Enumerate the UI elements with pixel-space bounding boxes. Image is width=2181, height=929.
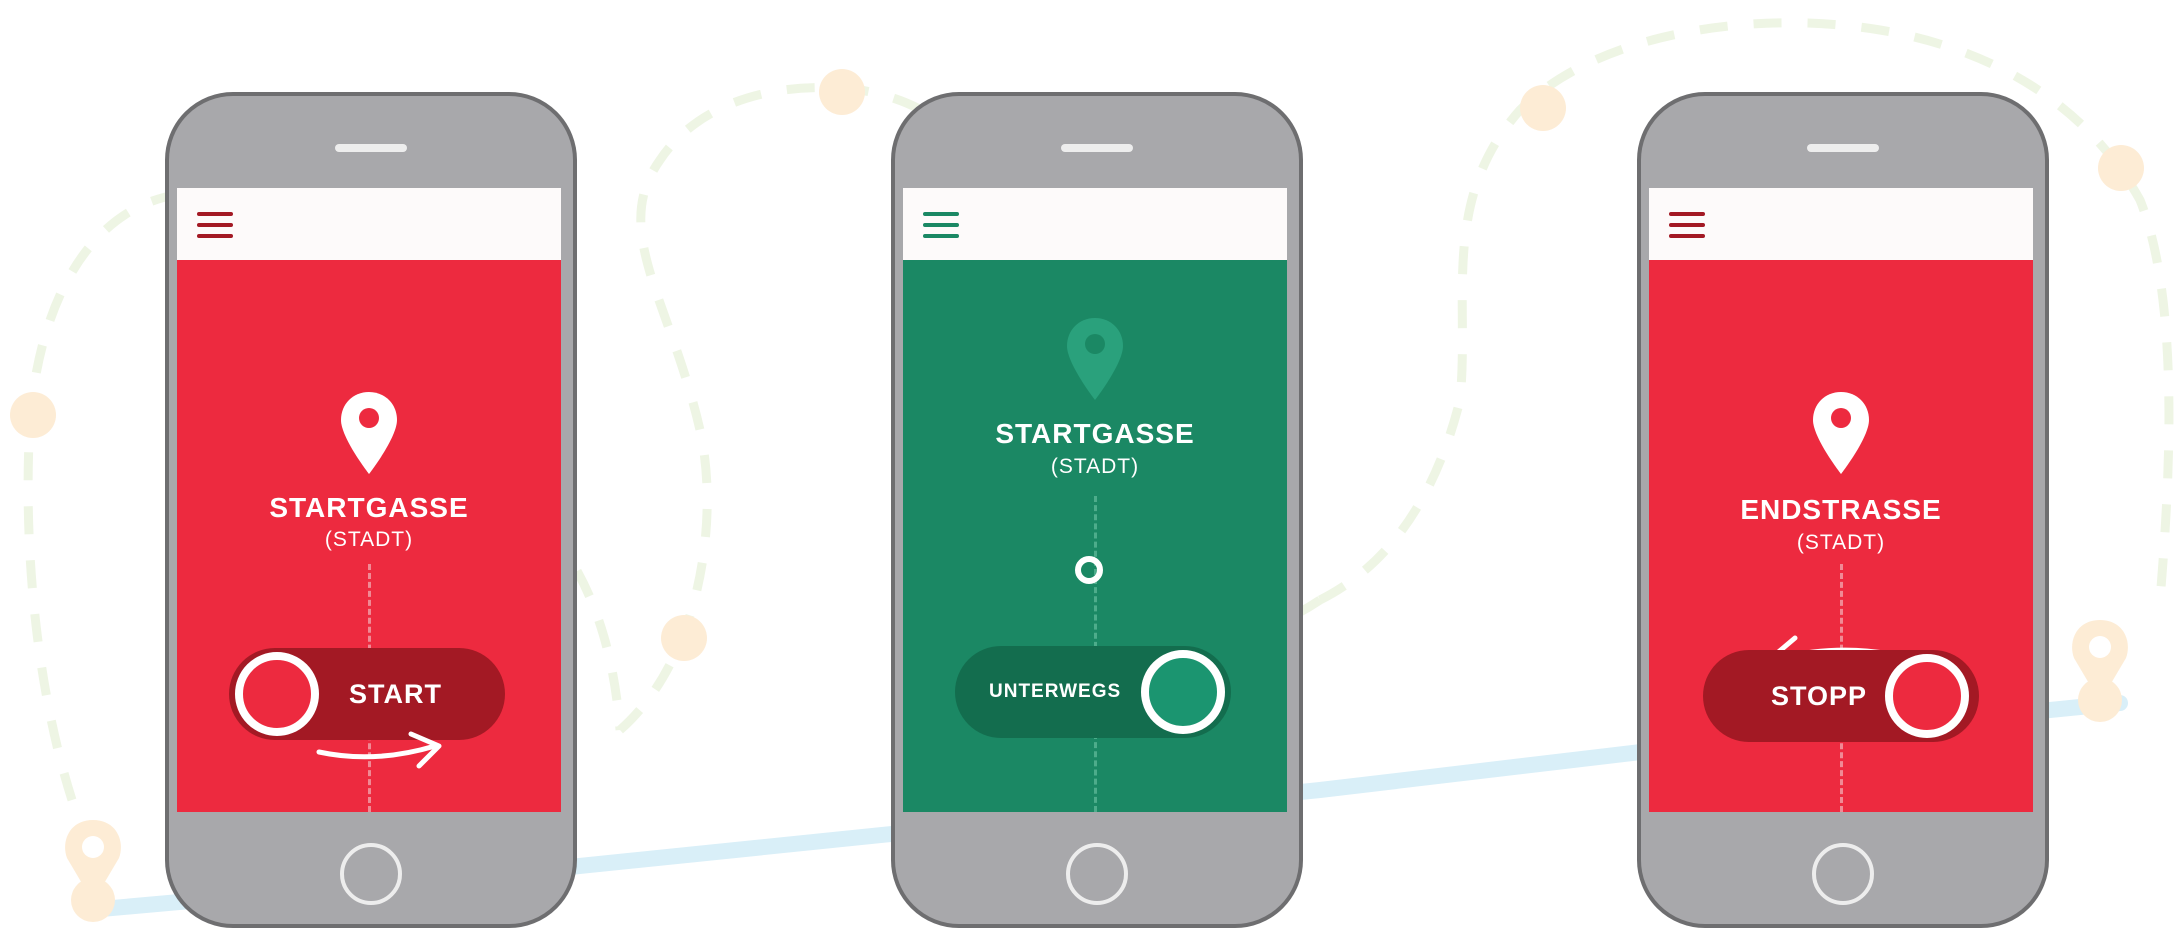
menu-icon[interactable] bbox=[923, 212, 959, 240]
start-slider[interactable]: START bbox=[229, 648, 505, 740]
content-area: ENDSTRASSE (STADT) STOPP bbox=[1649, 260, 2033, 812]
underway-label: UNTERWEGS bbox=[989, 681, 1122, 702]
app-bar bbox=[1649, 188, 2033, 260]
peach-dot bbox=[661, 615, 707, 661]
peach-dot bbox=[1520, 85, 1566, 131]
start-label: START bbox=[349, 679, 442, 709]
place-name: STARTGASSE bbox=[269, 492, 469, 523]
app-screen: STARTGASSE (STADT) START bbox=[177, 188, 561, 812]
slider-knob[interactable] bbox=[1885, 654, 1969, 738]
place-name: STARTGASSE bbox=[995, 418, 1195, 449]
stop-label: STOPP bbox=[1771, 681, 1868, 711]
phone-stop-screen: ENDSTRASSE (STADT) STOPP bbox=[1637, 92, 2049, 928]
app-bar bbox=[903, 188, 1287, 260]
menu-icon[interactable] bbox=[1669, 212, 1705, 240]
phone-underway-screen: STARTGASSE (STADT) UNTERWEGS bbox=[891, 92, 1303, 928]
map-pin-marker-right bbox=[2072, 620, 2128, 722]
underway-slider[interactable]: UNTERWEGS bbox=[955, 646, 1231, 738]
peach-dot bbox=[2098, 145, 2144, 191]
phone-start-screen: STARTGASSE (STADT) START bbox=[165, 92, 577, 928]
location-pin-icon bbox=[1813, 392, 1869, 474]
swipe-arrow-icon bbox=[316, 731, 442, 769]
map-pin-marker-left bbox=[65, 820, 121, 922]
peach-dot bbox=[819, 69, 865, 115]
place-name: ENDSTRASSE bbox=[1740, 494, 1942, 525]
place-city: (STADT) bbox=[1796, 531, 1886, 554]
content-area: STARTGASSE (STADT) UNTERWEGS bbox=[903, 260, 1287, 812]
stop-slider[interactable]: STOPP bbox=[1703, 650, 1979, 742]
app-screen: ENDSTRASSE (STADT) STOPP bbox=[1649, 188, 2033, 812]
place-city: (STADT) bbox=[324, 528, 414, 551]
menu-icon[interactable] bbox=[197, 212, 233, 240]
progress-indicator bbox=[1075, 556, 1103, 584]
place-city: (STADT) bbox=[1050, 455, 1140, 478]
location-pin-icon bbox=[1067, 318, 1123, 400]
slider-knob[interactable] bbox=[235, 652, 319, 736]
peach-dot bbox=[10, 392, 56, 438]
slider-knob[interactable] bbox=[1141, 650, 1225, 734]
app-screen: STARTGASSE (STADT) UNTERWEGS bbox=[903, 188, 1287, 812]
location-pin-icon bbox=[341, 392, 397, 474]
app-bar bbox=[177, 188, 561, 260]
content-area: STARTGASSE (STADT) START bbox=[177, 260, 561, 812]
